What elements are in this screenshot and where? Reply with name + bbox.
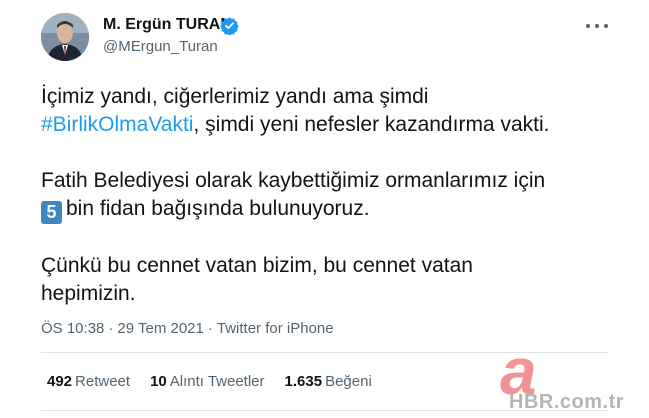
quotes-count: 10 [150,373,167,390]
verified-badge-icon [220,17,239,35]
display-name[interactable]: M. Ergün TURAN [103,15,232,35]
user-handle[interactable]: @MErgun_Turan [103,38,218,56]
retweets-label: Retweet [75,373,131,390]
tweet-line: , şimdi yeni nefesler kazandırma vakti. [193,113,550,136]
quotes-label: Alıntı Tweetler [169,373,265,390]
tweet-paragraph-2: Fatih Belediyesi olarak kaybettiğimiz or… [41,167,621,224]
watermark-site: HBR.com.tr [509,391,625,413]
watermark-logo: a HBR.com.tr [500,338,649,418]
tweet-line: hepimizin. [41,282,136,305]
tweet-line: bin fidan bağışında bulunuyoruz. [66,197,370,220]
avatar[interactable] [41,13,89,61]
tweet-time[interactable]: ÖS 10:38 [41,320,104,337]
tweet-line: Çünkü bu cennet vatan bizim, bu cennet v… [41,254,473,277]
tweet-line: Fatih Belediyesi olarak kaybettiğimiz or… [41,169,546,192]
likes-label: Beğeni [325,373,372,390]
dot [586,24,590,28]
separator: · [207,320,213,337]
more-options-icon[interactable] [586,22,608,30]
tweet-card: M. Ergün TURAN @MErgun_Turan İçimiz yand… [0,0,649,418]
tweet-metadata: ÖS 10:38 · 29 Tem 2021 · Twitter for iPhone [41,320,334,338]
dot [595,24,599,28]
keycap-five-emoji: 5 [41,201,62,224]
tweet-text: İçimiz yandı, ciğerlerimiz yandı ama şim… [41,83,621,308]
tweet-line: İçimiz yandı, ciğerlerimiz yandı ama şim… [41,85,429,108]
avatar-portrait-icon [41,13,89,61]
separator: · [108,320,114,337]
tweet-date[interactable]: 29 Tem 2021 [117,320,203,337]
hashtag-link[interactable]: #BirlikOlmaVakti [41,113,193,136]
quotes-stat[interactable]: 10 Alıntı Tweetler [150,373,264,391]
dot [604,24,608,28]
likes-stat[interactable]: 1.635 Beğeni [285,373,372,391]
retweets-stat[interactable]: 492 Retweet [47,373,130,391]
tweet-paragraph-3: Çünkü bu cennet vatan bizim, bu cennet v… [41,252,621,308]
tweet-source[interactable]: Twitter for iPhone [217,320,334,337]
retweets-count: 492 [47,373,73,390]
tweet-paragraph-1: İçimiz yandı, ciğerlerimiz yandı ama şim… [41,83,621,139]
engagement-stats: 492 Retweet 10 Alıntı Tweetler 1.635 Beğeni [47,373,392,391]
likes-count: 1.635 [284,373,323,390]
